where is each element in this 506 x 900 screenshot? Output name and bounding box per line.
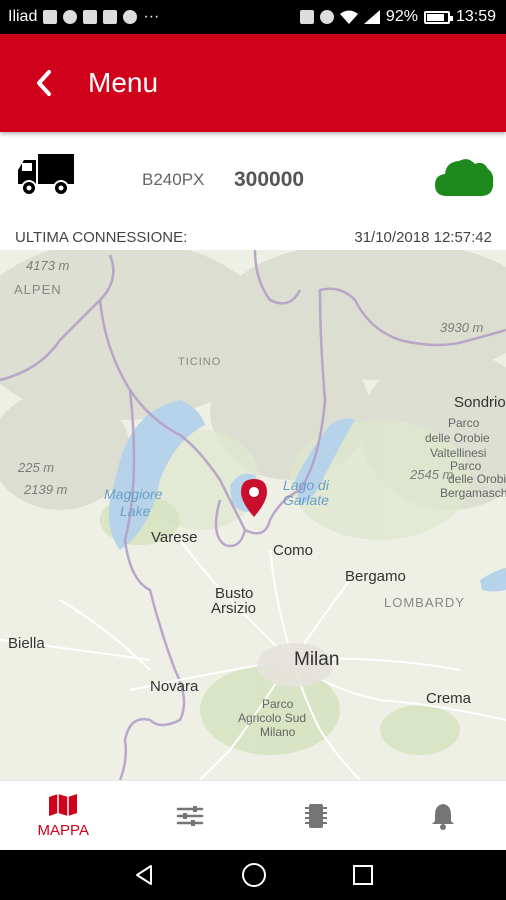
nav-tab-notifications[interactable]	[380, 781, 506, 851]
map-label: 225 m	[18, 460, 55, 475]
last-connection-timestamp: 31/10/2018 12:57:42	[354, 229, 492, 246]
map-label: Arsizio	[211, 600, 257, 617]
app-toolbar: Menu	[0, 34, 506, 132]
location-pin-icon[interactable]	[238, 478, 270, 518]
alarm-icon	[319, 10, 334, 24]
map-label: Parco	[262, 697, 294, 711]
sliders-icon	[176, 806, 203, 826]
recents-square-icon[interactable]	[352, 864, 374, 886]
clock: 13:59	[455, 8, 496, 25]
nav-tab-mappa[interactable]: MAPPA	[0, 781, 127, 851]
photo-icon	[103, 10, 118, 24]
map-label: Garlate	[283, 492, 329, 508]
mail-icon	[43, 10, 58, 24]
map-label: Lago di	[283, 477, 329, 493]
map-label: delle Orobie	[425, 431, 490, 445]
chip-icon	[305, 804, 328, 828]
vehicle-plate: B240PX	[142, 170, 205, 189]
bottom-navigation: MAPPA	[0, 780, 506, 850]
battery-icon	[423, 10, 453, 24]
cloud-status-icon	[435, 159, 494, 196]
vibrate-icon	[299, 10, 314, 24]
back-triangle-icon[interactable]	[132, 863, 156, 887]
map-icon	[49, 794, 78, 816]
map-label: Valtellinesi	[430, 446, 487, 460]
home-circle-icon[interactable]	[241, 862, 267, 888]
nav-tab-device[interactable]	[253, 781, 380, 851]
status-left: Iliad ···	[8, 8, 159, 26]
carrier-label: Iliad	[8, 8, 38, 25]
map-label: 2139 m	[24, 482, 68, 497]
map-label: 2545 m	[410, 467, 454, 482]
map-label: Como	[273, 542, 314, 559]
map-view[interactable]: 4173 m ALPEN 3930 m TICINO Sondrio Parco…	[0, 250, 506, 780]
map-label: Sondrio	[454, 394, 506, 411]
wifi-icon	[339, 10, 358, 24]
map-label: ALPEN	[14, 282, 62, 297]
map-label: 4173 m	[26, 258, 70, 273]
map-label: TICINO	[178, 356, 222, 368]
cloud-notification-icon	[123, 10, 138, 24]
status-right: 92% 13:59	[299, 8, 496, 26]
bell-icon	[431, 804, 454, 830]
nav-tab-settings[interactable]	[127, 781, 254, 851]
map-label: Maggiore	[104, 486, 163, 502]
map-label: Lake	[120, 503, 151, 519]
map-label: Crema	[426, 690, 472, 707]
map-label: Bergamo	[345, 568, 406, 585]
map-label: Bergamasche	[440, 486, 506, 500]
map-label: Novara	[150, 678, 199, 695]
signal-icon	[363, 10, 380, 24]
whatsapp-icon	[63, 10, 78, 24]
nav-tab-label: MAPPA	[37, 822, 89, 839]
map-label: Milan	[294, 649, 340, 670]
chevron-left-icon	[37, 70, 51, 96]
map-label: Agricolo Sud	[238, 711, 307, 725]
vehicle-odometer: 300000	[234, 168, 305, 191]
status-bar: Iliad ··· 92% 13:59	[0, 0, 506, 34]
facebook-icon	[83, 10, 98, 24]
more-notifications: ···	[143, 8, 160, 25]
truck-icon	[18, 154, 74, 196]
map-label: Milano	[260, 725, 296, 739]
last-connection-row: ULTIMA CONNESSIONE: 31/10/2018 12:57:42	[0, 226, 506, 250]
page-title: Menu	[88, 67, 159, 98]
map-label: Parco	[448, 416, 480, 430]
back-button[interactable]	[0, 34, 88, 132]
system-navigation-bar	[0, 850, 506, 900]
vehicle-info: B240PX 300000	[0, 140, 506, 220]
map-label: delle Orobie	[448, 472, 506, 486]
map-label: Biella	[8, 635, 45, 652]
battery-percent: 92%	[385, 8, 418, 25]
map-label: LOMBARDY	[384, 595, 465, 610]
map-label: 3930 m	[440, 320, 484, 335]
map-label: Parco	[450, 459, 482, 473]
map-label: Varese	[151, 529, 198, 546]
last-connection-label: ULTIMA CONNESSIONE:	[15, 229, 188, 246]
